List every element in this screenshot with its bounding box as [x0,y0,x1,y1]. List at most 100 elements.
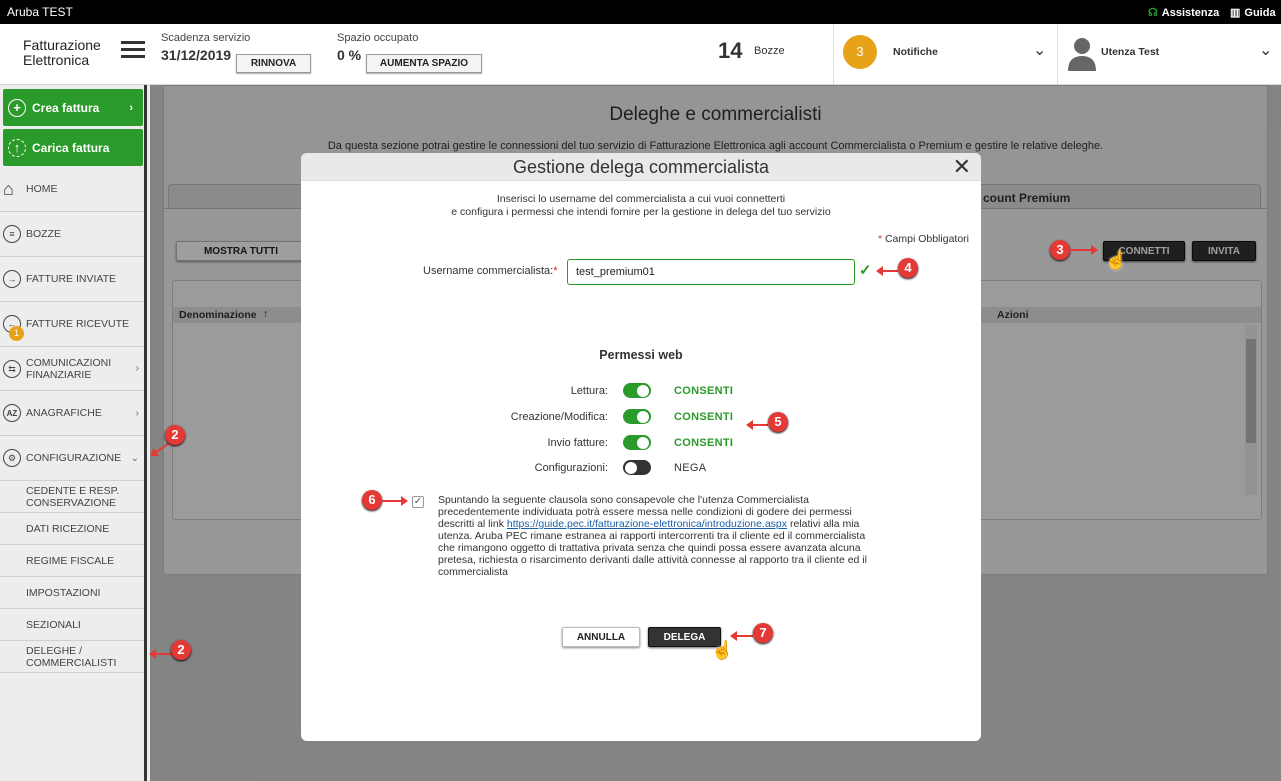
header-divider [1057,24,1058,85]
sidebar-item-configurazione[interactable]: ⚙ CONFIGURAZIONE ⌄ [0,436,144,481]
hand-cursor-icon: ☝ [1105,250,1128,270]
bozze-count[interactable]: 14 [718,38,742,64]
sidebar-subitem-label: DELEGHE / COMMERCIALISTI [26,644,117,669]
permission-label: Configurazioni: [534,462,608,474]
annulla-button[interactable]: ANNULLA [562,627,640,647]
assistenza-link[interactable]: ☊ Assistenza [1148,6,1220,20]
annotation-arrow [149,649,172,659]
chevron-right-icon: › [135,362,139,374]
home-icon: ⌂ [3,178,14,199]
sidebar-subitem-deleghe[interactable]: DELEGHE / COMMERCIALISTI [0,641,144,673]
annotation-arrow [1070,245,1098,255]
assistenza-label: Assistenza [1161,6,1220,19]
permission-state: NEGA [674,462,707,474]
permission-row-configurazioni: Configurazioni: NEGA [301,459,981,477]
chevron-right-icon: › [135,407,139,419]
app-title: Aruba TEST [7,5,73,19]
annotation-arrow [746,420,768,430]
sidebar-subitem-label: IMPOSTAZIONI [26,586,101,599]
clausola-text: Spuntando la seguente clausola sono cons… [438,494,868,578]
username-input[interactable] [567,259,855,285]
user-chevron-down-icon[interactable]: ⌄ [1259,40,1272,60]
aumenta-spazio-button[interactable]: AUMENTA SPAZIO [366,54,482,73]
avatar-icon[interactable] [1067,35,1097,71]
gear-icon: ⚙ [3,449,21,467]
sidebar-subitem-regime-fiscale[interactable]: REGIME FISCALE [0,545,144,577]
scadenza-label: Scadenza servizio [161,32,251,44]
header-divider [833,24,834,85]
delega-modal: Gestione delega commercialista ✕ Inseris… [301,153,981,741]
spazio-value: 0 % [337,47,362,63]
annotation-arrow [876,266,898,276]
notifiche-label[interactable]: Notifiche [893,46,938,58]
sidebar-subitem-dati-ricezione[interactable]: DATI RICEZIONE [0,513,144,545]
permission-state: CONSENTI [674,385,734,397]
sidebar-item-comunicazioni[interactable]: ⇆ COMUNICAZIONI FINANZIARIE › [0,347,144,391]
headset-icon: ☊ [1148,7,1158,19]
annotation-arrow [382,496,408,506]
intro-line2: e configura i permessi che intendi forni… [451,206,831,218]
rinnova-button[interactable]: RINNOVA [236,54,311,73]
permission-label: Invio fatture: [547,437,608,449]
arrow-right-icon: → [3,270,21,288]
permission-label: Lettura: [570,385,608,397]
annotation-marker-3: 3 [1050,240,1070,260]
menu-icon[interactable] [121,41,145,59]
book-icon: ▥ [1230,7,1241,19]
sidebar-subitem-impostazioni[interactable]: IMPOSTAZIONI [0,577,144,609]
clausola-checkbox[interactable]: ✓ [412,496,424,508]
hand-cursor-icon: ☝ [711,640,734,660]
sidebar-item-fatture-inviate[interactable]: → FATTURE INVIATE [0,257,144,302]
carica-fattura-button[interactable]: ↑ Carica fattura [3,129,143,166]
exchange-icon: ⇆ [3,359,21,378]
notifiche-chevron-down-icon[interactable]: ⌄ [1033,40,1046,60]
modal-header: Gestione delega commercialista ✕ [301,153,981,181]
creazione-toggle[interactable] [623,409,651,424]
close-icon[interactable]: ✕ [953,153,971,181]
sidebar-item-label: ANAGRAFICHE [26,407,102,419]
modal-intro: Inserisci lo username del commercialista… [301,193,981,219]
sidebar-subitem-label: SEZIONALI [26,618,81,631]
required-note: * Campi Obbligatori [877,233,969,245]
logo-line1: Fatturazione [23,37,101,53]
header: Fatturazione Elettronica Scadenza serviz… [0,24,1281,85]
plus-icon: + [8,98,26,117]
sidebar-subitem-label: REGIME FISCALE [26,554,115,567]
annotation-arrow [730,631,753,641]
notifiche-badge[interactable]: 3 [843,35,877,69]
sidebar-subitem-sezionali[interactable]: SEZIONALI [0,609,144,641]
sidebar-item-label: HOME [26,183,58,195]
sidebar-item-fatture-ricevute[interactable]: ← FATTURE RICEVUTE 1 [0,302,144,347]
guida-link[interactable]: ▥ Guida [1230,6,1276,20]
username-label-text: Username commercialista: [423,265,554,277]
sidebar-item-bozze[interactable]: ≡ BOZZE [0,212,144,257]
lettura-toggle[interactable] [623,383,651,398]
permission-row-lettura: Lettura: CONSENTI [301,382,981,400]
sidebar-item-home[interactable]: ⌂ HOME [0,167,144,212]
logo[interactable]: Fatturazione Elettronica [23,38,101,68]
username-label: Username commercialista:* [423,265,558,277]
annotation-marker-2: 2 [165,425,185,445]
user-label[interactable]: Utenza Test [1101,46,1159,58]
configurazioni-toggle[interactable] [623,460,651,475]
crea-fattura-button[interactable]: + Crea fattura › [3,89,143,126]
upload-icon: ↑ [8,138,26,157]
guide-link[interactable]: https://guide.pec.it/fatturazione-elettr… [507,518,787,530]
sidebar-item-label: FATTURE RICEVUTE [26,318,130,330]
chevron-right-icon: › [129,101,133,114]
sidebar-item-label: BOZZE [26,228,62,240]
permission-state: CONSENTI [674,411,734,423]
sidebar-subitem-cedente[interactable]: CEDENTE E RESP. CONSERVAZIONE [0,481,144,513]
checkmark-icon: ✓ [859,262,872,279]
bozze-label[interactable]: Bozze [754,45,785,57]
invio-toggle[interactable] [623,435,651,450]
ricevute-badge: 1 [9,326,24,341]
spazio-label: Spazio occupato [337,32,419,44]
sidebar-item-label: CONFIGURAZIONE [26,452,122,464]
permission-row-creazione: Creazione/Modifica: CONSENTI [301,408,981,426]
sidebar-item-label: COMUNICAZIONI FINANZIARIE [26,356,112,381]
permission-label: Creazione/Modifica: [510,411,608,423]
logo-line2: Elettronica [23,52,90,68]
sidebar-item-anagrafiche[interactable]: AZ ANAGRAFICHE › [0,391,144,436]
drafts-icon: ≡ [3,225,21,243]
